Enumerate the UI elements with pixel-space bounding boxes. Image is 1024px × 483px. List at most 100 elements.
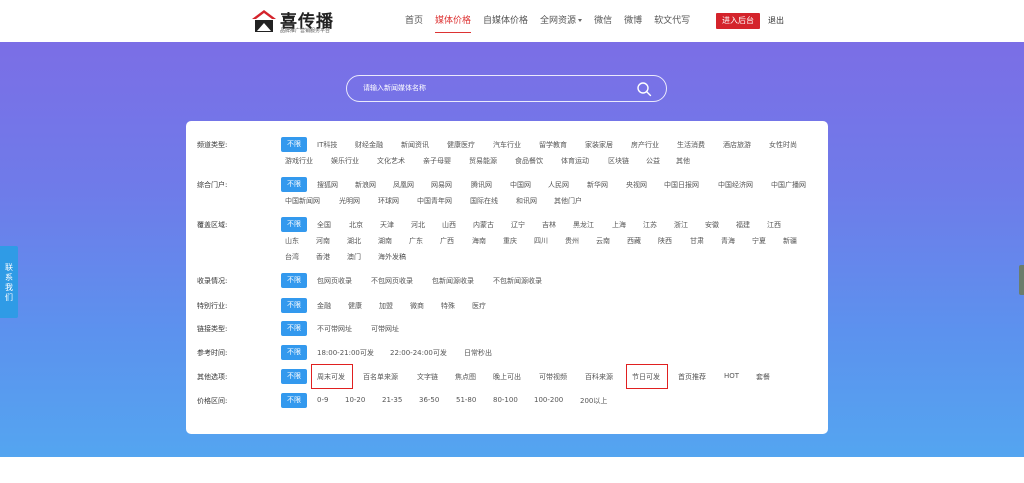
- filter-option[interactable]: 生活消费: [677, 140, 705, 150]
- filter-option[interactable]: 套餐: [756, 372, 770, 382]
- nav-copywriting[interactable]: 软文代写: [654, 0, 690, 42]
- filter-option[interactable]: 特殊: [441, 301, 455, 311]
- filter-option[interactable]: 重庆: [503, 236, 517, 246]
- filter-option[interactable]: 人民网: [548, 180, 569, 190]
- filter-option[interactable]: 海南: [472, 236, 486, 246]
- filter-option[interactable]: 财经金融: [355, 140, 383, 150]
- filter-option[interactable]: 80-100: [493, 396, 518, 404]
- filter-option[interactable]: 黑龙江: [573, 220, 594, 230]
- filter-option[interactable]: 不包新闻源收录: [493, 276, 542, 286]
- filter-option[interactable]: 区块链: [608, 156, 629, 166]
- search-input[interactable]: 请输入新闻媒体名称: [363, 76, 426, 101]
- filter-option[interactable]: 搜狐网: [317, 180, 338, 190]
- filter-all-button[interactable]: 不限: [281, 369, 307, 384]
- filter-option[interactable]: 新疆: [783, 236, 797, 246]
- filter-option[interactable]: 留学教育: [539, 140, 567, 150]
- filter-option[interactable]: 首页推荐: [678, 372, 706, 382]
- nav-weibo[interactable]: 微博: [624, 0, 642, 42]
- filter-option[interactable]: 汽车行业: [493, 140, 521, 150]
- filter-option[interactable]: 晚上可出: [493, 372, 521, 382]
- filter-option[interactable]: 36-50: [419, 396, 439, 404]
- filter-option[interactable]: 食品餐饮: [515, 156, 543, 166]
- filter-option[interactable]: 河北: [411, 220, 425, 230]
- filter-option[interactable]: 中国网: [510, 180, 531, 190]
- logo[interactable]: 喜传播 品牌推广营销服务平台: [251, 7, 361, 35]
- filter-option[interactable]: 节日可发: [632, 372, 660, 382]
- filter-option[interactable]: 文字链: [417, 372, 438, 382]
- filter-option[interactable]: 中国日报网: [664, 180, 699, 190]
- filter-option[interactable]: 广西: [440, 236, 454, 246]
- filter-option[interactable]: 包网页收录: [317, 276, 352, 286]
- filter-option[interactable]: 天津: [380, 220, 394, 230]
- filter-option[interactable]: 金融: [317, 301, 331, 311]
- filter-option[interactable]: 医疗: [472, 301, 486, 311]
- filter-option[interactable]: 房产行业: [631, 140, 659, 150]
- filter-option[interactable]: 可带视频: [539, 372, 567, 382]
- filter-option[interactable]: 西藏: [627, 236, 641, 246]
- filter-all-button[interactable]: 不限: [281, 273, 307, 288]
- filter-option[interactable]: 河南: [316, 236, 330, 246]
- filter-option[interactable]: 四川: [534, 236, 548, 246]
- filter-option[interactable]: 周末可发: [317, 372, 345, 382]
- filter-option[interactable]: 新闻资讯: [401, 140, 429, 150]
- filter-option[interactable]: 体育运动: [561, 156, 589, 166]
- nav-all-resources[interactable]: 全网资源: [540, 0, 583, 42]
- filter-option[interactable]: 甘肃: [690, 236, 704, 246]
- filter-option[interactable]: 健康: [348, 301, 362, 311]
- filter-option[interactable]: 其他门户: [554, 196, 582, 206]
- filter-option[interactable]: 文化艺术: [377, 156, 405, 166]
- filter-option[interactable]: 山东: [285, 236, 299, 246]
- filter-option[interactable]: 焦点图: [455, 372, 476, 382]
- filter-option[interactable]: 加盟: [379, 301, 393, 311]
- filter-option[interactable]: 22:00-24:00可发: [390, 348, 447, 358]
- filter-option[interactable]: 山西: [442, 220, 456, 230]
- filter-option[interactable]: 环球网: [378, 196, 399, 206]
- filter-option[interactable]: 新浪网: [355, 180, 376, 190]
- filter-option[interactable]: 安徽: [705, 220, 719, 230]
- filter-option[interactable]: 100-200: [534, 396, 563, 404]
- logout-link[interactable]: 退出: [768, 13, 784, 29]
- filter-option[interactable]: 贵州: [565, 236, 579, 246]
- filter-option[interactable]: 江苏: [643, 220, 657, 230]
- filter-option[interactable]: 网易网: [431, 180, 452, 190]
- filter-option[interactable]: 娱乐行业: [331, 156, 359, 166]
- filter-option[interactable]: 台湾: [285, 252, 299, 262]
- filter-option[interactable]: 湖南: [378, 236, 392, 246]
- filter-option[interactable]: 陕西: [658, 236, 672, 246]
- filter-option[interactable]: 云南: [596, 236, 610, 246]
- contact-us-tab[interactable]: 联系我们: [0, 246, 18, 318]
- filter-option[interactable]: 国际在线: [470, 196, 498, 206]
- search-icon[interactable]: [636, 81, 652, 97]
- filter-all-button[interactable]: 不限: [281, 393, 307, 408]
- filter-option[interactable]: 和讯网: [516, 196, 537, 206]
- filter-option[interactable]: 健康医疗: [447, 140, 475, 150]
- filter-option[interactable]: 亲子母婴: [423, 156, 451, 166]
- filter-option[interactable]: 香港: [316, 252, 330, 262]
- filter-option[interactable]: 包新闻源收录: [432, 276, 474, 286]
- filter-option[interactable]: 中国青年网: [417, 196, 452, 206]
- filter-all-button[interactable]: 不限: [281, 345, 307, 360]
- nav-wechat[interactable]: 微信: [594, 0, 612, 42]
- filter-option[interactable]: 浙江: [674, 220, 688, 230]
- filter-option[interactable]: 海外发稿: [378, 252, 406, 262]
- filter-option[interactable]: 湖北: [347, 236, 361, 246]
- filter-option[interactable]: 不可带网址: [317, 324, 352, 334]
- filter-option[interactable]: 青海: [721, 236, 735, 246]
- filter-option[interactable]: 辽宁: [511, 220, 525, 230]
- filter-all-button[interactable]: 不限: [281, 217, 307, 232]
- filter-option[interactable]: 广东: [409, 236, 423, 246]
- filter-option[interactable]: 中国广播网: [771, 180, 806, 190]
- filter-option[interactable]: 江西: [767, 220, 781, 230]
- filter-option[interactable]: 澳门: [347, 252, 361, 262]
- filter-option[interactable]: 凤凰网: [393, 180, 414, 190]
- nav-self-media-price[interactable]: 自媒体价格: [483, 0, 528, 42]
- nav-media-price[interactable]: 媒体价格: [435, 0, 472, 42]
- filter-option[interactable]: 10-20: [345, 396, 365, 404]
- filter-option[interactable]: 200以上: [580, 396, 607, 406]
- nav-home[interactable]: 首页: [405, 0, 423, 42]
- filter-option[interactable]: 18:00-21:00可发: [317, 348, 374, 358]
- enter-backend-button[interactable]: 进入后台: [716, 13, 760, 29]
- filter-option[interactable]: 公益: [646, 156, 660, 166]
- filter-option[interactable]: 北京: [349, 220, 363, 230]
- filter-all-button[interactable]: 不限: [281, 137, 307, 152]
